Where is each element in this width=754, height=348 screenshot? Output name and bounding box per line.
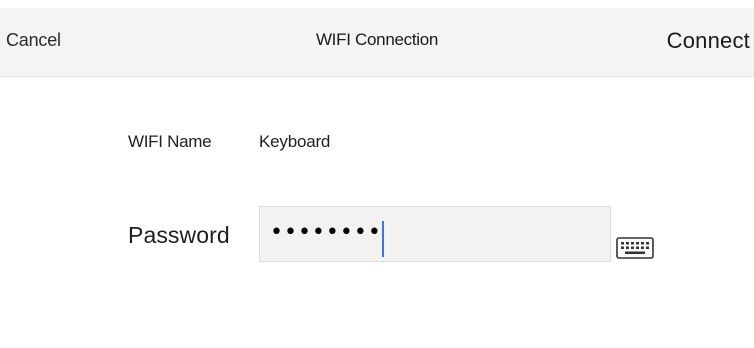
wifi-name-value: Keyboard xyxy=(259,132,331,151)
password-label: Password xyxy=(128,222,230,248)
password-input[interactable]: •••••••• xyxy=(259,206,611,262)
top-edge xyxy=(0,0,754,8)
dialog-title: WIFI Connection xyxy=(315,30,439,49)
wifi-name-label: WIFI Name xyxy=(128,132,212,151)
text-caret xyxy=(382,221,384,257)
password-masked-value: •••••••• xyxy=(270,220,382,245)
dialog-header: Cancel WIFI Connection Connect xyxy=(0,8,754,76)
keyboard-icon[interactable] xyxy=(616,237,654,259)
connect-button[interactable]: Connect xyxy=(667,28,750,54)
